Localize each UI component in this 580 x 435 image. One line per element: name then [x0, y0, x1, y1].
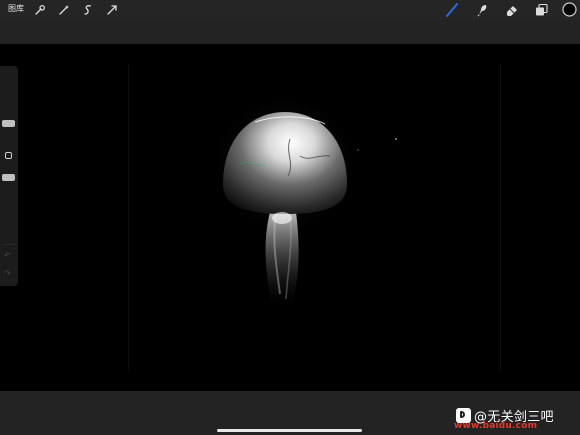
- left-sidebar: ↶ ↷: [0, 66, 18, 286]
- brush-icon[interactable]: [445, 3, 459, 17]
- brush-size-slider[interactable]: [2, 120, 15, 127]
- sidebar-divider: [3, 244, 15, 245]
- opacity-slider[interactable]: [2, 174, 15, 181]
- watermark-url: www.baidu.com: [454, 421, 538, 431]
- drawing-canvas[interactable]: [0, 44, 580, 391]
- top-toolbar: 图库: [0, 0, 580, 20]
- color-swatch[interactable]: [562, 2, 577, 17]
- smudge-icon[interactable]: [475, 3, 489, 17]
- layers-icon[interactable]: [534, 3, 548, 17]
- redo-icon[interactable]: ↷: [4, 270, 14, 278]
- wrench-icon[interactable]: [33, 3, 47, 17]
- gallery-button[interactable]: 图库: [8, 3, 24, 15]
- toolbar-shadow-strip: [0, 20, 580, 44]
- eraser-icon[interactable]: [505, 3, 519, 17]
- magic-wand-icon[interactable]: [57, 3, 71, 17]
- undo-icon[interactable]: ↶: [4, 252, 14, 260]
- jellyfish-artwork: [210, 94, 397, 306]
- transform-arrow-icon[interactable]: [105, 3, 119, 17]
- selection-icon[interactable]: [81, 3, 95, 17]
- home-indicator[interactable]: [217, 429, 362, 432]
- modify-button[interactable]: [5, 152, 12, 159]
